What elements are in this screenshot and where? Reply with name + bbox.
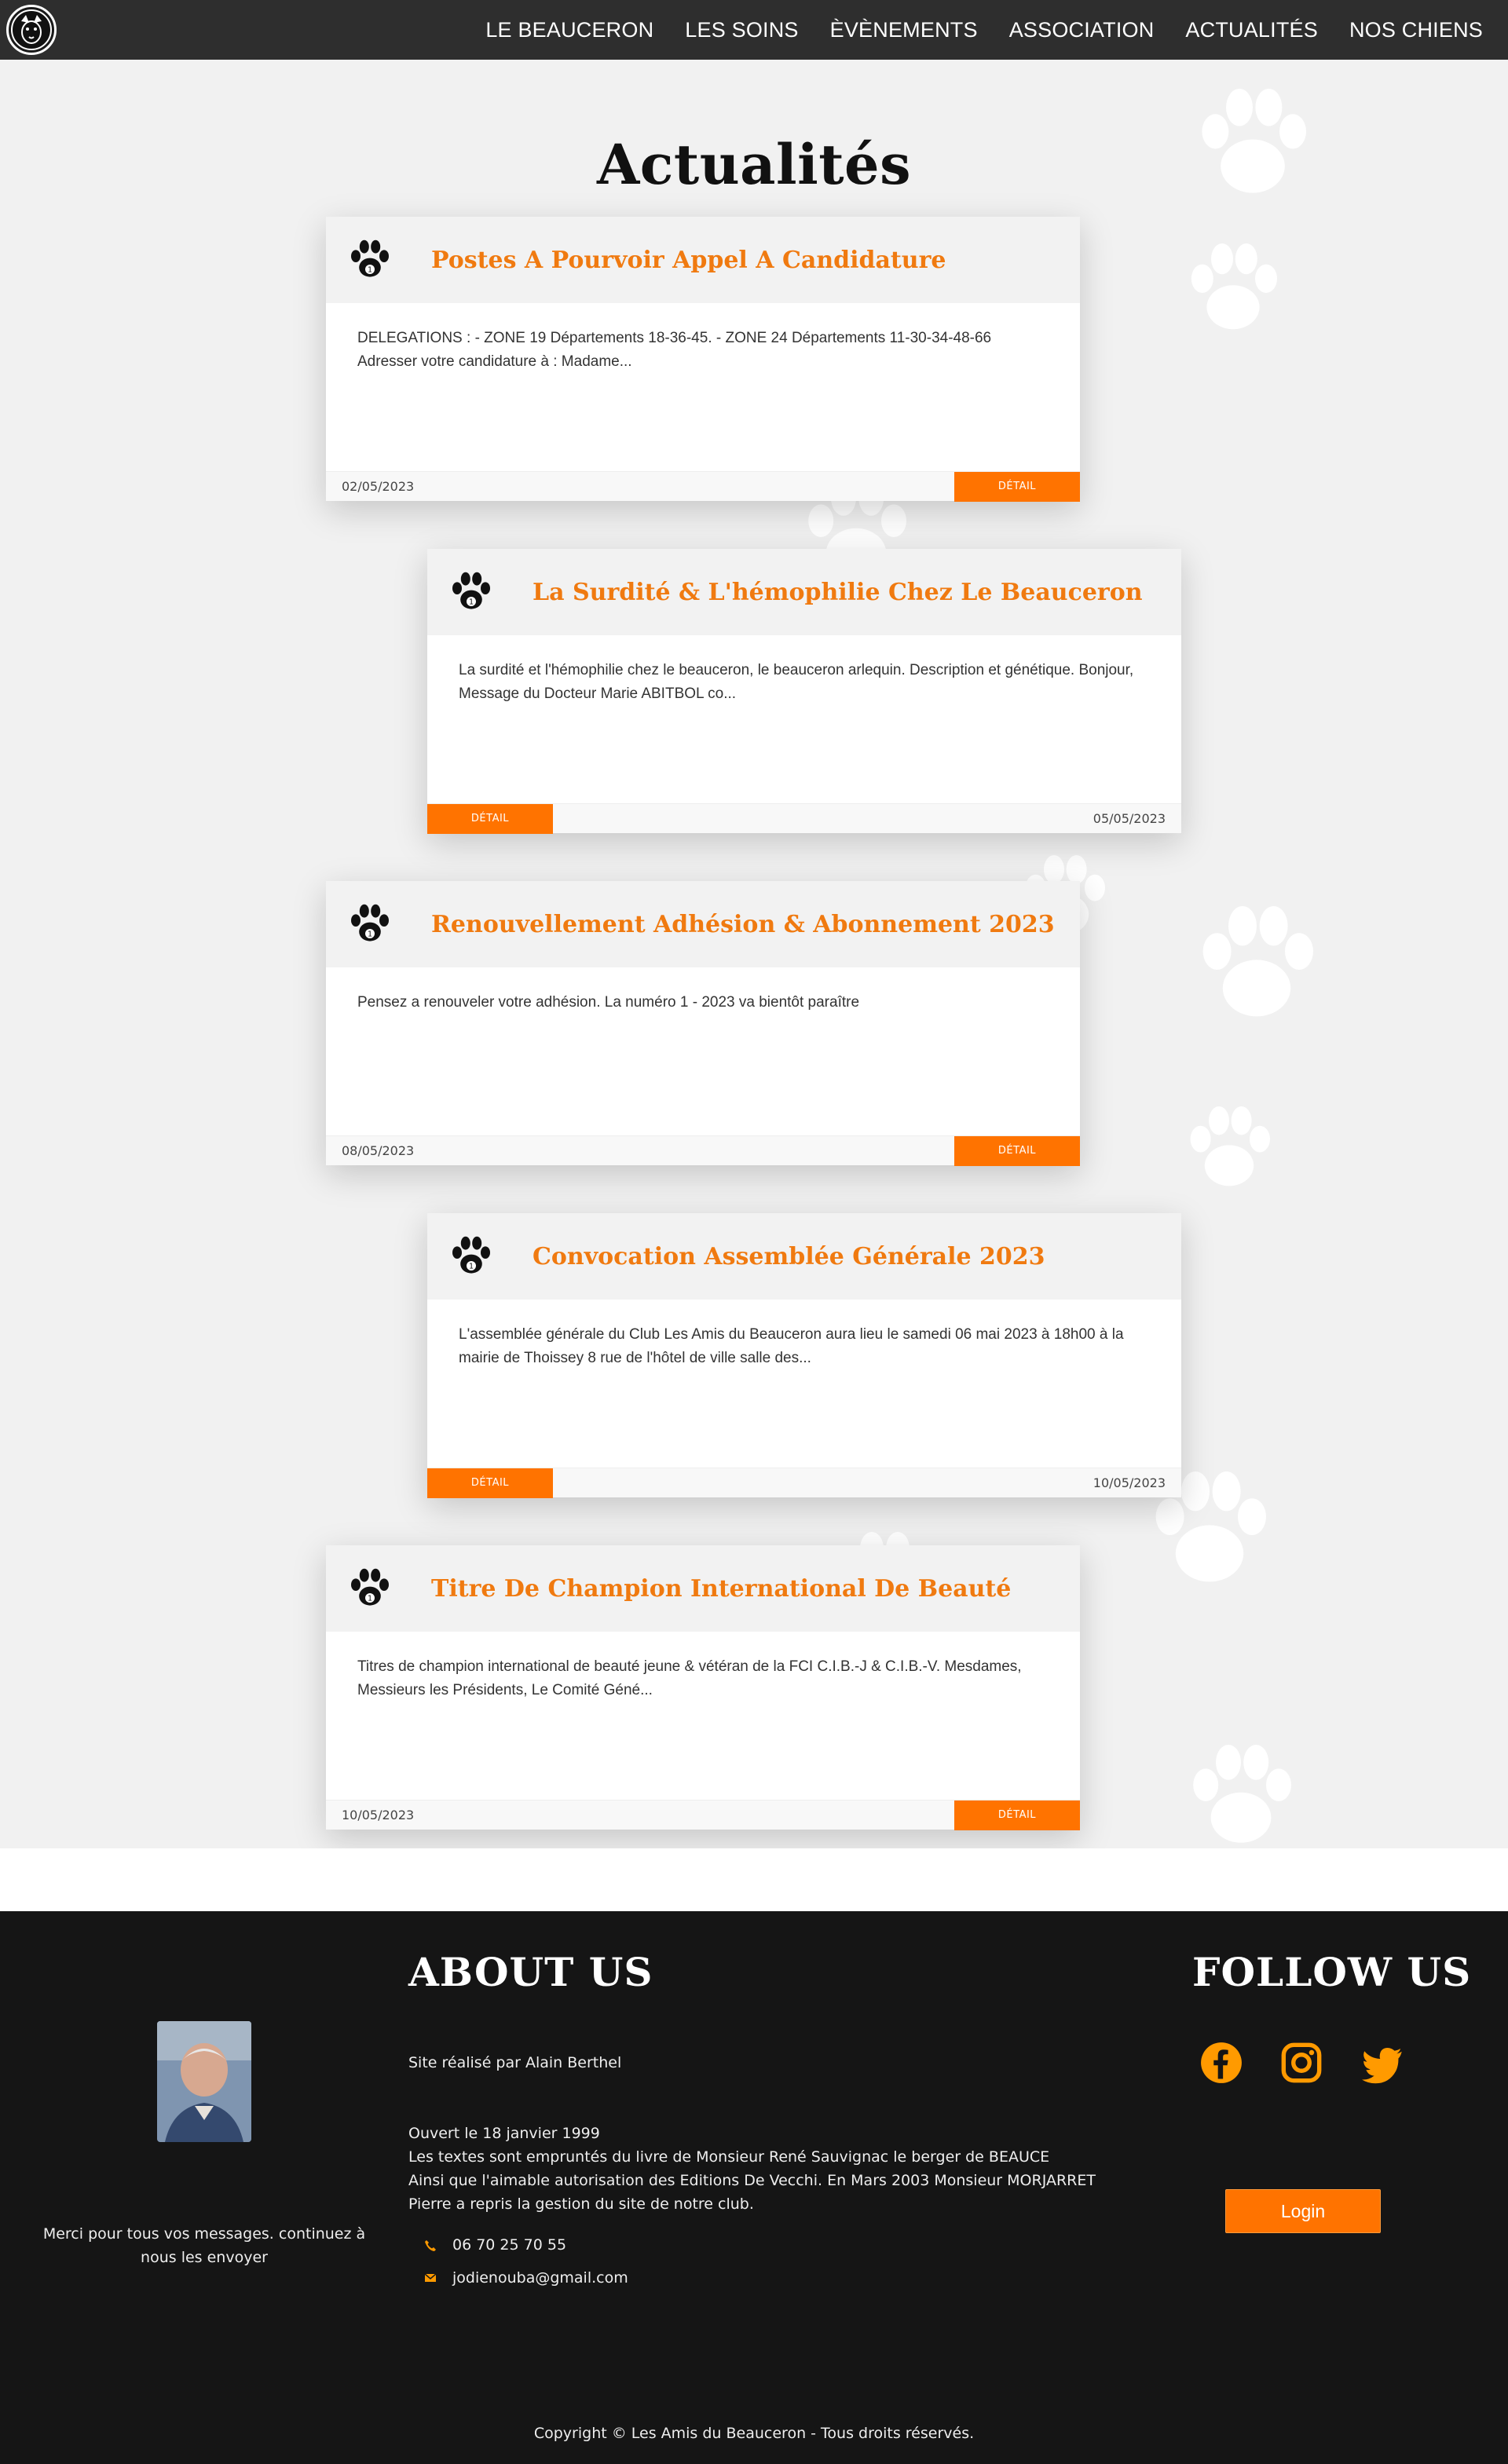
email-address[interactable]: jodienouba@gmail.com bbox=[452, 2266, 628, 2290]
site-credit: Site réalisé par Alain Berthel bbox=[408, 2054, 622, 2071]
svg-text:1: 1 bbox=[368, 1595, 372, 1603]
card-footer: 10/05/2023 DÉTAIL bbox=[326, 1800, 1080, 1830]
card-footer: 08/05/2023 DÉTAIL bbox=[326, 1135, 1080, 1166]
card-date: 02/05/2023 bbox=[342, 479, 415, 494]
card-excerpt: La surdité et l'hémophilie chez le beauc… bbox=[459, 662, 1134, 702]
detail-button[interactable]: DÉTAIL bbox=[954, 1135, 1080, 1166]
nav-les-soins[interactable]: LES SOINS bbox=[685, 18, 798, 42]
card-excerpt: Titres de champion international de beau… bbox=[357, 1658, 1022, 1698]
card-excerpt: L'assemblée générale du Club Les Amis du… bbox=[459, 1326, 1124, 1366]
nav-le-beauceron[interactable]: LE BEAUCERON bbox=[485, 18, 653, 42]
nav-nos-chiens[interactable]: NOS CHIENS bbox=[1349, 18, 1483, 42]
news-card: 1 Postes A Pourvoir Appel A Candidature … bbox=[326, 217, 1080, 502]
card-header: 1 Convocation Assemblée Générale 2023 bbox=[427, 1213, 1181, 1300]
card-excerpt: Pensez a renouveler votre adhésion. La n… bbox=[357, 994, 860, 1011]
facebook-icon[interactable] bbox=[1200, 2042, 1243, 2084]
phone-number[interactable]: 06 70 25 70 55 bbox=[452, 2233, 566, 2257]
about-line: Ainsi que l'aimable autorisation des Edi… bbox=[408, 2172, 1096, 2189]
card-date: 10/05/2023 bbox=[1093, 1475, 1166, 1490]
detail-button[interactable]: DÉTAIL bbox=[427, 803, 553, 834]
news-section: Actualités 1 Postes A Pourvoir Appel A C… bbox=[0, 60, 1508, 1848]
svg-text:1: 1 bbox=[368, 930, 372, 939]
card-title[interactable]: La Surdité & L'hémophilie Chez Le Beauce… bbox=[533, 579, 1143, 606]
twitter-icon[interactable] bbox=[1362, 2043, 1404, 2086]
svg-text:1: 1 bbox=[469, 1263, 474, 1271]
paw-icon: 1 bbox=[452, 1236, 490, 1274]
page-title: Actualités bbox=[597, 132, 911, 197]
email-icon bbox=[424, 2273, 437, 2282]
card-header: 1 Postes A Pourvoir Appel A Candidature bbox=[326, 217, 1080, 303]
about-line: Les textes sont empruntés du livre de Mo… bbox=[408, 2148, 1050, 2166]
instagram-icon[interactable] bbox=[1280, 2042, 1323, 2084]
background-paw-icon bbox=[1191, 243, 1277, 330]
paw-icon: 1 bbox=[452, 572, 490, 609]
card-date: 10/05/2023 bbox=[342, 1808, 415, 1822]
dog-logo-icon bbox=[11, 9, 52, 50]
card-date: 05/05/2023 bbox=[1093, 811, 1166, 826]
news-card: 1 Titre De Champion International De Bea… bbox=[326, 1545, 1080, 1830]
background-paw-icon bbox=[1190, 1106, 1270, 1186]
card-date: 08/05/2023 bbox=[342, 1143, 415, 1158]
card-excerpt: DELEGATIONS : - ZONE 19 Départements 18-… bbox=[357, 330, 992, 370]
card-footer: 02/05/2023 DÉTAIL bbox=[326, 471, 1080, 502]
detail-button[interactable]: DÉTAIL bbox=[954, 471, 1080, 502]
about-line: Ouvert le 18 janvier 1999 bbox=[408, 2125, 600, 2142]
card-title[interactable]: Renouvellement Adhésion & Abonnement 202… bbox=[431, 911, 1055, 938]
card-title[interactable]: Titre De Champion International De Beaut… bbox=[431, 1575, 1011, 1603]
about-text: Ouvert le 18 janvier 1999 Les textes son… bbox=[408, 2122, 1096, 2216]
paw-icon: 1 bbox=[351, 904, 389, 941]
about-heading: ABOUT US bbox=[408, 1949, 653, 1995]
svg-text:1: 1 bbox=[469, 598, 474, 607]
background-paw-icon bbox=[1202, 906, 1313, 1017]
news-card: 1 Renouvellement Adhésion & Abonnement 2… bbox=[326, 881, 1080, 1166]
author-photo bbox=[157, 2021, 251, 2142]
paw-icon: 1 bbox=[351, 1568, 389, 1606]
about-line: Pierre a repris la gestion du site de no… bbox=[408, 2195, 754, 2213]
site-logo[interactable] bbox=[6, 5, 57, 55]
news-card: 1 Convocation Assemblée Générale 2023 L'… bbox=[427, 1213, 1181, 1498]
follow-heading: FOLLOW US bbox=[1192, 1949, 1472, 1995]
card-header: 1 Renouvellement Adhésion & Abonnement 2… bbox=[326, 881, 1080, 967]
card-footer: DÉTAIL 10/05/2023 bbox=[427, 1468, 1181, 1498]
copyright-text: Copyright © Les Amis du Beauceron - Tous… bbox=[533, 2425, 975, 2442]
main-menu: LE BEAUCERON LES SOINS ÈVÈNEMENTS ASSOCI… bbox=[485, 18, 1500, 42]
card-title[interactable]: Postes A Pourvoir Appel A Candidature bbox=[431, 247, 946, 274]
nav-actualites[interactable]: ACTUALITÉS bbox=[1185, 18, 1318, 42]
card-header: 1 La Surdité & L'hémophilie Chez Le Beau… bbox=[427, 549, 1181, 635]
author-portrait bbox=[157, 2021, 251, 2142]
detail-button[interactable]: DÉTAIL bbox=[954, 1800, 1080, 1830]
phone-icon bbox=[425, 2240, 436, 2251]
paw-icon: 1 bbox=[351, 239, 389, 277]
card-footer: DÉTAIL 05/05/2023 bbox=[427, 803, 1181, 834]
login-button[interactable]: Login bbox=[1225, 2189, 1381, 2233]
top-navigation: LE BEAUCERON LES SOINS ÈVÈNEMENTS ASSOCI… bbox=[0, 0, 1508, 60]
svg-text:1: 1 bbox=[368, 266, 372, 275]
footer-thanks: Merci pour tous vos messages. continuez … bbox=[42, 2225, 366, 2266]
news-card: 1 La Surdité & L'hémophilie Chez Le Beau… bbox=[427, 549, 1181, 834]
white-divider bbox=[0, 1848, 1508, 1911]
background-paw-icon bbox=[1193, 1745, 1291, 1843]
card-header: 1 Titre De Champion International De Bea… bbox=[326, 1545, 1080, 1632]
detail-button[interactable]: DÉTAIL bbox=[427, 1468, 553, 1498]
site-footer: Merci pour tous vos messages. continuez … bbox=[0, 1911, 1508, 2464]
nav-evenements[interactable]: ÈVÈNEMENTS bbox=[830, 18, 978, 42]
card-title[interactable]: Convocation Assemblée Générale 2023 bbox=[533, 1243, 1045, 1270]
nav-association[interactable]: ASSOCIATION bbox=[1009, 18, 1155, 42]
